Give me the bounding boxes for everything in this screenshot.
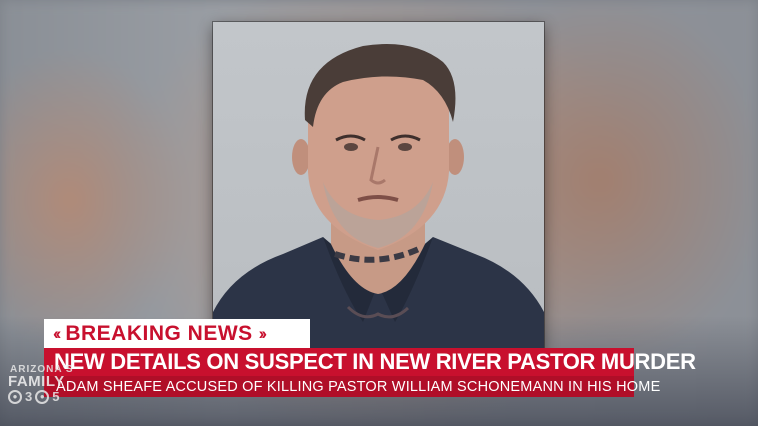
channel-logos: ● 3 ● 5 [8,389,59,404]
channel-a-number: 3 [25,389,33,404]
cbs-eye-icon: ● [8,389,22,404]
channel-b-number: 5 [52,389,60,404]
subheadline-text: ADAM SHEAFE ACCUSED OF KILLING PASTOR WI… [56,378,661,395]
station-logo: ARIZONA'S FAMILY ● 3 ● 5 [6,364,78,408]
breaking-news-label: BREAKING NEWS [65,321,253,345]
headline-bar: NEW DETAILS ON SUSPECT IN NEW RIVER PAST… [44,348,696,376]
breaking-news-tag: ‹‹ BREAKING NEWS ›› [44,319,310,348]
subheadline-bar: ADAM SHEAFE ACCUSED OF KILLING PASTOR WI… [44,376,660,397]
mugshot-illustration [213,44,544,352]
station-logo-line2: FAMILY [8,373,65,390]
cbs-eye-icon-2: ● [35,389,50,404]
video-frame: ‹‹ BREAKING NEWS ›› NEW DETAILS ON SUSPE… [0,0,758,426]
mugshot-photo [213,22,544,352]
headline-text: NEW DETAILS ON SUSPECT IN NEW RIVER PAST… [54,349,696,374]
chevron-left-icon: ‹‹ [53,323,62,343]
chevron-right-icon: ›› [258,323,268,343]
